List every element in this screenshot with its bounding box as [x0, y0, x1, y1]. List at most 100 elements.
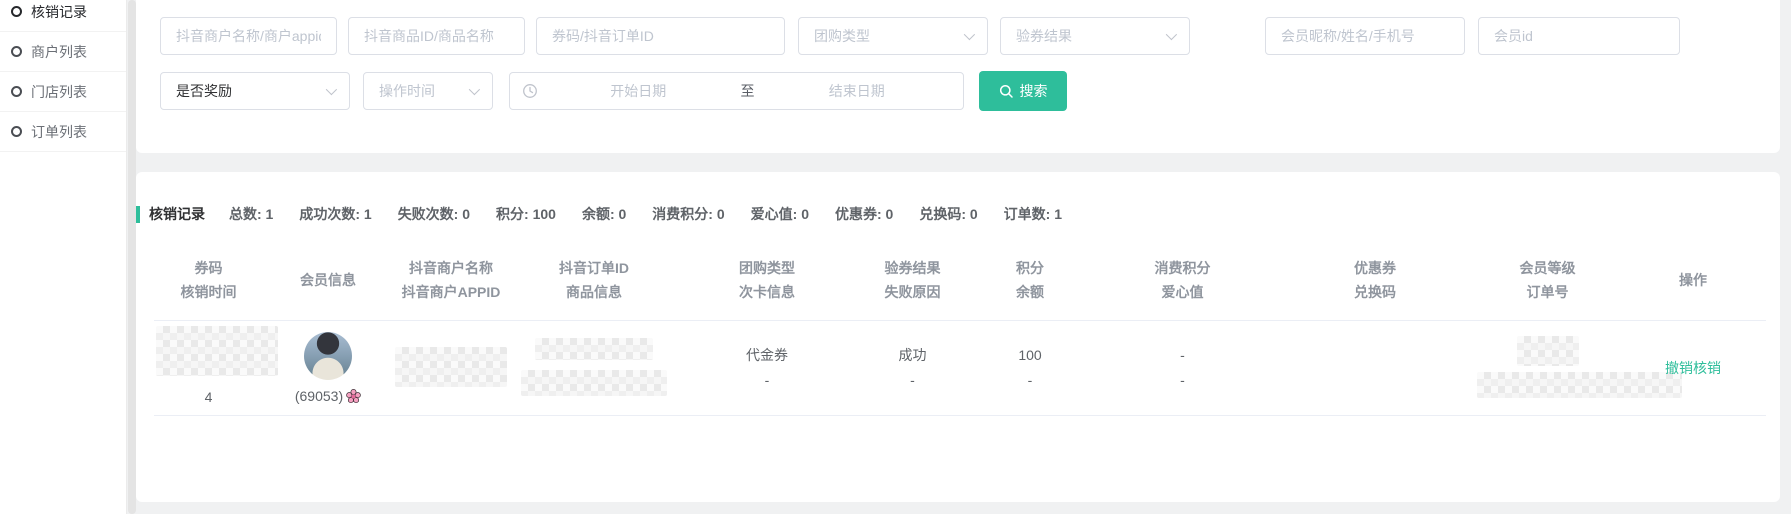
coupon-code-input[interactable] [536, 17, 785, 55]
circle-icon [11, 126, 22, 137]
sidebar-item-label: 门店列表 [31, 82, 87, 102]
stat-balance: 余额: 0 [582, 204, 626, 224]
cell-actions: 撤销核销 [1620, 321, 1766, 416]
revoke-verification-link[interactable]: 撤销核销 [1665, 360, 1721, 376]
sidebar-item-merchant-list[interactable]: 商户列表 [0, 32, 126, 72]
table-row: 4 (69053) [154, 321, 1766, 416]
stat-fail-count: 失败次数: 0 [398, 204, 470, 224]
sidebar-item-verification-records[interactable]: 核销记录 [0, 0, 126, 32]
table-header-row: 券码核销时间 会员信息 抖音商户名称抖音商户APPID 抖音订单ID商品信息 团… [154, 252, 1766, 321]
reward-select[interactable]: 是否奖励 [160, 72, 350, 110]
redacted-member-level [1517, 336, 1579, 366]
verify-result-select[interactable]: 验券结果 [1000, 17, 1190, 55]
filter-panel: 团购类型 验券结果 是否奖励 操作时间 [136, 0, 1780, 153]
col-header-coupon-code: 券码核销时间 [154, 252, 263, 321]
col-header-merchant: 抖音商户名称抖音商户APPID [393, 252, 509, 321]
search-button[interactable]: 搜索 [979, 71, 1067, 111]
records-table: 券码核销时间 会员信息 抖音商户名称抖音商户APPID 抖音订单ID商品信息 团… [154, 252, 1766, 416]
stat-success-count: 成功次数: 1 [299, 204, 371, 224]
col-header-actions: 操作 [1620, 252, 1766, 321]
balance-value: - [972, 368, 1088, 393]
verify-result-value: 成功 [857, 343, 968, 368]
stat-consume-points: 消费积分: 0 [652, 204, 724, 224]
col-header-coupon: 优惠券兑换码 [1275, 252, 1475, 321]
sidebar-item-order-list[interactable]: 订单列表 [0, 112, 126, 152]
operation-time-select[interactable]: 操作时间 [363, 72, 493, 110]
redacted-product-info [521, 370, 667, 396]
verify-count: 4 [156, 385, 261, 410]
records-panel: 核销记录 总数: 1 成功次数: 1 失败次数: 0 积分: 100 余额: 0… [136, 172, 1780, 502]
circle-icon [11, 46, 22, 57]
circle-icon [11, 86, 22, 97]
cell-coupon [1275, 321, 1475, 416]
main-area: 团购类型 验券结果 是否奖励 操作时间 [136, 0, 1780, 514]
cell-merchant [393, 321, 509, 416]
redacted-order-id [535, 338, 653, 360]
member-nickname-input[interactable] [1265, 17, 1465, 55]
date-separator: 至 [733, 81, 763, 101]
sidebar-item-label: 订单列表 [31, 122, 87, 142]
member-avatar [304, 332, 352, 380]
col-header-consume-points: 消费积分爱心值 [1090, 252, 1275, 321]
sidebar-nav: 核销记录 商户列表 门店列表 订单列表 [0, 0, 126, 152]
search-button-label: 搜索 [1020, 81, 1048, 101]
stat-points: 积分: 100 [496, 204, 556, 224]
select-value: 验券结果 [1016, 26, 1072, 46]
col-header-group-type: 团购类型次卡信息 [679, 252, 855, 321]
sidebar-item-label: 核销记录 [31, 2, 87, 22]
member-id-input[interactable] [1478, 17, 1680, 55]
redacted-merchant [395, 347, 507, 387]
summary-title: 核销记录 [149, 204, 205, 224]
redacted-order-number [1477, 372, 1682, 398]
merchant-name-input[interactable] [160, 17, 337, 55]
summary-bar: 核销记录 总数: 1 成功次数: 1 失败次数: 0 积分: 100 余额: 0… [136, 204, 1780, 224]
stat-love-value: 爱心值: 0 [751, 204, 809, 224]
start-date-input[interactable] [544, 83, 733, 99]
consume-points-value: - [1092, 343, 1273, 368]
stat-coupons: 优惠券: 0 [835, 204, 893, 224]
points-value: 100 [972, 343, 1088, 368]
col-header-points: 积分余额 [970, 252, 1090, 321]
cell-verify-result: 成功 - [855, 321, 970, 416]
col-header-order-id: 抖音订单ID商品信息 [509, 252, 679, 321]
chevron-down-icon [469, 84, 480, 95]
product-id-input[interactable] [348, 17, 525, 55]
member-id: (69053) [295, 388, 343, 404]
search-icon [999, 84, 1014, 99]
title-accent-bar [136, 206, 140, 223]
chevron-down-icon [1166, 29, 1177, 40]
end-date-input[interactable] [763, 83, 952, 99]
filter-row-2: 是否奖励 操作时间 至 搜索 [160, 71, 1756, 111]
card-info-value: - [681, 368, 853, 393]
filter-row-1: 团购类型 验券结果 [160, 17, 1756, 55]
cell-coupon-code: 4 [154, 321, 263, 416]
sidebar-item-store-list[interactable]: 门店列表 [0, 72, 126, 112]
col-header-member-level: 会员等级订单号 [1475, 252, 1620, 321]
date-range-picker[interactable]: 至 [509, 72, 964, 110]
app-root: 核销记录 商户列表 门店列表 订单列表 团 [0, 0, 1791, 514]
love-value: - [1092, 368, 1273, 393]
cell-points: 100 - [970, 321, 1090, 416]
sidebar-item-label: 商户列表 [31, 42, 87, 62]
stat-redeem-codes: 兑换码: 0 [919, 204, 977, 224]
chevron-down-icon [964, 29, 975, 40]
chevron-down-icon [326, 84, 337, 95]
flower-badge-icon [346, 389, 361, 404]
circle-icon [11, 6, 22, 17]
col-header-member-info: 会员信息 [263, 252, 393, 321]
cell-group-type: 代金券 - [679, 321, 855, 416]
group-type-select[interactable]: 团购类型 [798, 17, 988, 55]
select-value: 是否奖励 [176, 81, 232, 101]
group-type-value: 代金券 [681, 343, 853, 368]
sidebar: 核销记录 商户列表 门店列表 订单列表 [0, 0, 127, 514]
fail-reason-value: - [857, 368, 968, 393]
select-value: 操作时间 [379, 81, 435, 101]
cell-consume-points: - - [1090, 321, 1275, 416]
stat-orders: 订单数: 1 [1004, 204, 1062, 224]
stat-total: 总数: 1 [229, 204, 273, 224]
cell-member-level [1475, 321, 1620, 416]
col-header-verify-result: 验券结果失败原因 [855, 252, 970, 321]
cell-member-info: (69053) [263, 321, 393, 416]
cell-order-id [509, 321, 679, 416]
sidebar-scrollbar[interactable] [128, 0, 136, 514]
